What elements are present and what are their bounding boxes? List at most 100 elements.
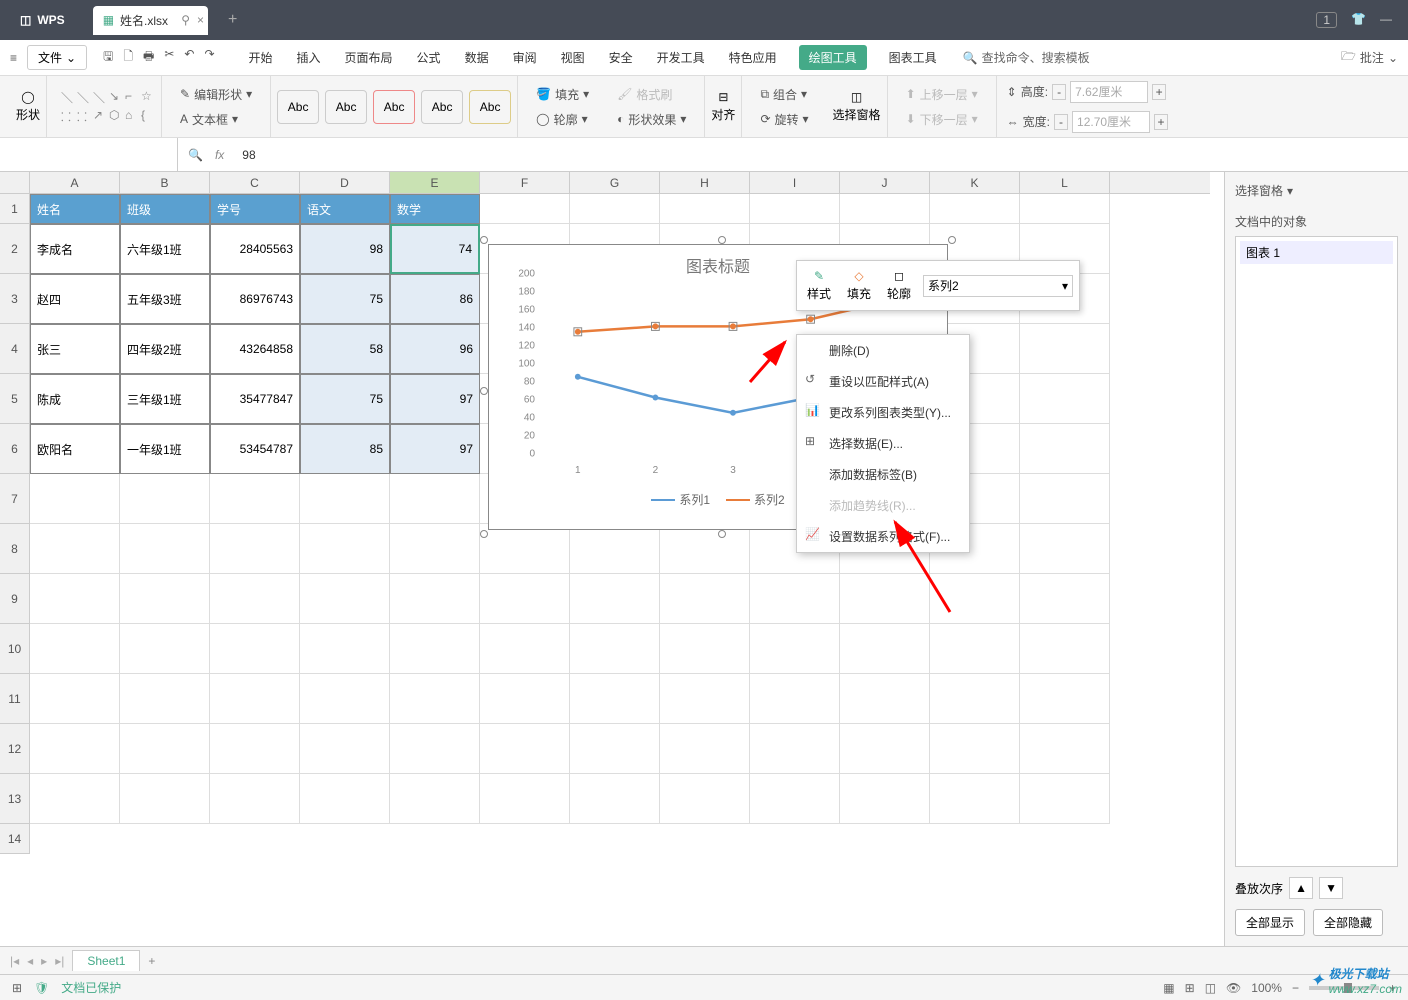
row-12[interactable]: 12 (0, 724, 30, 774)
cell[interactable]: 43264858 (210, 324, 300, 374)
row-1[interactable]: 1 (0, 194, 30, 224)
header-id[interactable]: 学号 (210, 194, 300, 224)
zoom-out-icon[interactable]: − (1292, 981, 1299, 995)
cell[interactable]: 74 (390, 224, 480, 274)
row-13[interactable]: 13 (0, 774, 30, 824)
cell[interactable]: 75 (300, 374, 390, 424)
close-tab-icon[interactable]: × (197, 13, 204, 27)
cell[interactable]: 三年级1班 (120, 374, 210, 424)
redo-icon[interactable]: ↷ (204, 47, 214, 68)
edit-shape-button[interactable]: ✎编辑形状▾ (176, 84, 256, 105)
select-pane-button[interactable]: ◫选择窗格 (833, 90, 881, 123)
view-normal-icon[interactable]: ▦ (1163, 981, 1174, 995)
cell[interactable]: 28405563 (210, 224, 300, 274)
style-preset-1[interactable]: Abc (277, 90, 319, 124)
ctx-reset-style[interactable]: ↺重设以匹配样式(A) (797, 366, 969, 397)
show-all-button[interactable]: 全部显示 (1235, 909, 1305, 936)
col-E[interactable]: E (390, 172, 480, 193)
list-item[interactable]: 图表 1 (1240, 241, 1393, 264)
zoom-level[interactable]: 100% (1251, 981, 1282, 995)
prev-sheet-icon[interactable]: ◂ (27, 954, 33, 968)
next-sheet-icon[interactable]: ▸ (41, 954, 47, 968)
col-L[interactable]: L (1020, 172, 1110, 193)
mini-style-button[interactable]: ✎样式 (803, 267, 835, 304)
tab-insert[interactable]: 插入 (295, 45, 323, 70)
hide-all-button[interactable]: 全部隐藏 (1313, 909, 1383, 936)
textbox-button[interactable]: A文本框▾ (176, 109, 256, 130)
print-preview-icon[interactable]: 🗋 (123, 47, 133, 68)
pin-icon[interactable]: ⚲ (181, 13, 190, 27)
minimize-icon[interactable]: — (1380, 12, 1392, 28)
inc-button[interactable]: + (1154, 114, 1168, 130)
header-math[interactable]: 数学 (390, 194, 480, 224)
cell[interactable]: 86 (390, 274, 480, 324)
tab-start[interactable]: 开始 (247, 45, 275, 70)
row-10[interactable]: 10 (0, 624, 30, 674)
cell[interactable]: 五年级3班 (120, 274, 210, 324)
series-selector[interactable]: 系列2▾ (923, 275, 1073, 297)
search-command[interactable]: 🔍 查找命令、搜索模板 (963, 49, 1090, 66)
outline-button[interactable]: ◯轮廓▾ (532, 109, 593, 130)
shape-effect-button[interactable]: ◐形状效果▾ (613, 109, 690, 130)
sheet-tab[interactable]: Sheet1 (72, 950, 140, 971)
header-name[interactable]: 姓名 (30, 194, 120, 224)
move-down-button[interactable]: ▼ (1319, 877, 1343, 899)
new-tab-button[interactable]: + (228, 11, 237, 29)
cell[interactable]: 98 (300, 224, 390, 274)
cell[interactable]: 一年级1班 (120, 424, 210, 474)
annotate-button[interactable]: 🗁 批注 ⌄ (1341, 47, 1398, 68)
cell[interactable]: 欧阳名 (30, 424, 120, 474)
undo-icon[interactable]: ↶ (184, 47, 194, 68)
col-D[interactable]: D (300, 172, 390, 193)
cell[interactable]: 75 (300, 274, 390, 324)
tab-featured[interactable]: 特色应用 (727, 45, 779, 70)
row-3[interactable]: 3 (0, 274, 30, 324)
col-J[interactable]: J (840, 172, 930, 193)
tab-developer[interactable]: 开发工具 (655, 45, 707, 70)
row-2[interactable]: 2 (0, 224, 30, 274)
select-all-corner[interactable] (0, 172, 30, 193)
tab-formula[interactable]: 公式 (415, 45, 443, 70)
col-I[interactable]: I (750, 172, 840, 193)
tab-data[interactable]: 数据 (463, 45, 491, 70)
tab-chart-tools[interactable]: 图表工具 (887, 45, 939, 70)
dec-button[interactable]: - (1052, 84, 1066, 100)
row-9[interactable]: 9 (0, 574, 30, 624)
shape-gallery[interactable]: ＼＼＼↘⌐☆ ⸬⸬↗⬡⌂{ (55, 76, 162, 137)
col-C[interactable]: C (210, 172, 300, 193)
view-break-icon[interactable]: ◫ (1205, 981, 1216, 995)
cell[interactable]: 53454787 (210, 424, 300, 474)
style-preset-5[interactable]: Abc (469, 90, 511, 124)
col-B[interactable]: B (120, 172, 210, 193)
spreadsheet[interactable]: A B C D E F G H I J K L 1 2 3 4 5 6 7 8 … (0, 172, 1224, 946)
file-menu-button[interactable]: 文件 ⌄ (27, 45, 87, 70)
hamburger-icon[interactable]: ≡ (10, 51, 17, 65)
cell[interactable]: 97 (390, 424, 480, 474)
row-8[interactable]: 8 (0, 524, 30, 574)
cell[interactable]: 86976743 (210, 274, 300, 324)
row-11[interactable]: 11 (0, 674, 30, 724)
row-14[interactable]: 14 (0, 824, 30, 854)
mini-fill-button[interactable]: ◇填充 (843, 267, 875, 304)
zoom-icon[interactable]: 🔍 (188, 148, 203, 162)
col-A[interactable]: A (30, 172, 120, 193)
fill-button[interactable]: 🪣填充▾ (532, 84, 593, 105)
cell[interactable]: 35477847 (210, 374, 300, 424)
width-input[interactable] (1072, 111, 1150, 133)
cell[interactable]: 97 (390, 374, 480, 424)
cell-mode-icon[interactable]: ⊞ (12, 981, 22, 995)
row-6[interactable]: 6 (0, 424, 30, 474)
row-4[interactable]: 4 (0, 324, 30, 374)
cell[interactable]: 赵四 (30, 274, 120, 324)
add-sheet-button[interactable]: + (148, 954, 155, 968)
header-chinese[interactable]: 语文 (300, 194, 390, 224)
height-input[interactable] (1070, 81, 1148, 103)
last-sheet-icon[interactable]: ▸| (55, 954, 64, 968)
name-box[interactable] (0, 138, 178, 171)
cell[interactable]: 张三 (30, 324, 120, 374)
dec-button[interactable]: - (1054, 114, 1068, 130)
header-class[interactable]: 班级 (120, 194, 210, 224)
align-button[interactable]: ⊟对齐 (711, 90, 735, 123)
cell[interactable]: 陈成 (30, 374, 120, 424)
view-page-icon[interactable]: ⊞ (1185, 981, 1195, 995)
